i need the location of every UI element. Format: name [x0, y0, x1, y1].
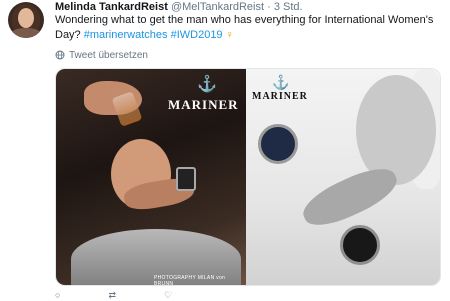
- translate-tweet-link[interactable]: Tweet übersetzen: [55, 48, 148, 62]
- watch: [340, 225, 380, 265]
- translate-label: Tweet übersetzen: [69, 49, 148, 61]
- watch: [176, 167, 196, 191]
- avatar[interactable]: [8, 2, 44, 38]
- brand-logo-left: MARINER: [168, 97, 239, 112]
- retweet-icon[interactable]: ⇄: [108, 290, 116, 300]
- venus-icon: ♀: [225, 29, 234, 41]
- author-name[interactable]: Melinda TankardReist: [55, 1, 168, 13]
- media-image-left[interactable]: ⚓ MARINER PHOTOGRAPHY MILAN von BRUNN: [56, 69, 246, 285]
- anchor-icon: ⚓: [197, 76, 217, 93]
- brand-logo-right: MARINER: [252, 91, 308, 102]
- author-handle[interactable]: @MelTankardReist: [171, 1, 264, 13]
- globe-icon: [55, 50, 65, 60]
- separator-dot: ·: [267, 1, 271, 13]
- tweet-header: Melinda TankardReist @MelTankardReist · …: [55, 0, 445, 14]
- tweet-time[interactable]: 3 Std.: [274, 1, 303, 13]
- hashtag-marinerwatches[interactable]: #marinerwatches: [84, 29, 168, 41]
- media-image-right[interactable]: ⚓ MARINER: [246, 69, 440, 285]
- like-icon[interactable]: ♡: [164, 290, 172, 300]
- hashtag-iwd2019[interactable]: #IWD2019: [171, 29, 223, 41]
- photo-credit: PHOTOGRAPHY MILAN von BRUNN: [154, 275, 226, 286]
- anchor-icon: ⚓: [272, 74, 290, 90]
- tweet-media[interactable]: ⚓ MARINER PHOTOGRAPHY MILAN von BRUNN ⚓ …: [55, 68, 441, 286]
- reply-icon[interactable]: ○: [55, 290, 60, 300]
- tweet-text: Wondering what to get the man who has ev…: [55, 13, 443, 43]
- watch: [258, 124, 298, 164]
- tweet-actions: ○ ⇄ ♡: [55, 290, 255, 300]
